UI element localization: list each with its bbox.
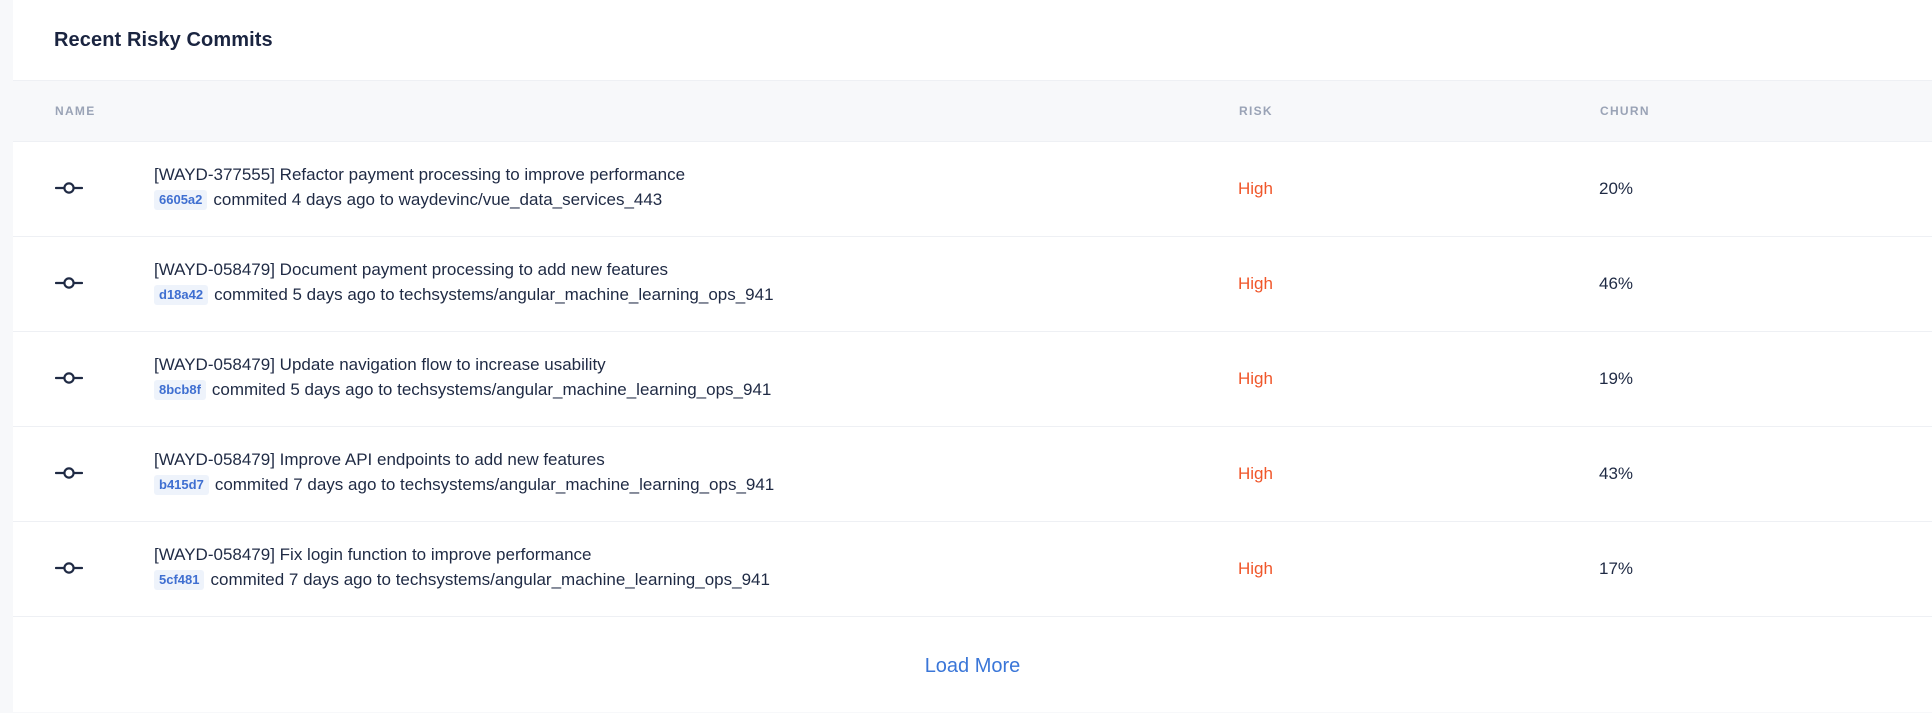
commit-sha-badge[interactable]: 8bcb8f (154, 380, 206, 400)
risk-value: High (1238, 274, 1273, 293)
commit-meta-text: commited 4 days ago to waydevinc/vue_dat… (213, 190, 663, 209)
risk-value: High (1238, 559, 1273, 578)
commit-info: [WAYD-377555] Refactor payment processin… (154, 164, 685, 211)
card-header: Recent Risky Commits (13, 0, 1932, 80)
table-row[interactable]: [WAYD-058479] Document payment processin… (13, 237, 1932, 332)
table-row[interactable]: [WAYD-058479] Fix login function to impr… (13, 522, 1932, 617)
commit-icon (55, 562, 83, 574)
churn-value: 19% (1599, 369, 1634, 388)
table-body: [WAYD-377555] Refactor payment processin… (13, 142, 1932, 617)
commit-info: [WAYD-058479] Fix login function to impr… (154, 544, 770, 591)
commit-sha-badge[interactable]: 5cf481 (154, 570, 205, 590)
card-footer: Load More (13, 617, 1932, 713)
commit-icon (55, 182, 83, 194)
table-row[interactable]: [WAYD-058479] Update navigation flow to … (13, 332, 1932, 427)
load-more-button[interactable]: Load More (925, 655, 1021, 678)
card-title: Recent Risky Commits (54, 28, 273, 51)
churn-value: 43% (1599, 464, 1634, 483)
table-header: NAME RISK CHURN (13, 80, 1932, 142)
commit-sha-badge[interactable]: 6605a2 (154, 190, 208, 210)
commit-info: [WAYD-058479] Document payment processin… (154, 259, 774, 306)
commit-info: [WAYD-058479] Update navigation flow to … (154, 354, 771, 401)
commit-icon (55, 277, 83, 289)
commit-meta: 8bcb8f commited 5 days ago to techsystem… (154, 379, 771, 401)
column-header-name[interactable]: NAME (55, 81, 96, 141)
risk-value: High (1238, 464, 1273, 483)
commit-title[interactable]: [WAYD-058479] Fix login function to impr… (154, 544, 770, 566)
commit-title[interactable]: [WAYD-058479] Improve API endpoints to a… (154, 449, 774, 471)
table-row[interactable]: [WAYD-377555] Refactor payment processin… (13, 142, 1932, 237)
risk-value: High (1238, 179, 1273, 198)
churn-value: 17% (1599, 559, 1634, 578)
commit-meta-text: commited 7 days ago to techsystems/angul… (214, 475, 775, 494)
commit-title[interactable]: [WAYD-377555] Refactor payment processin… (154, 164, 685, 186)
column-header-churn[interactable]: CHURN (1600, 81, 1650, 141)
risk-value: High (1238, 369, 1273, 388)
commit-meta: 5cf481 commited 7 days ago to techsystem… (154, 569, 770, 591)
commit-sha-badge[interactable]: d18a42 (154, 285, 209, 305)
churn-value: 20% (1599, 179, 1634, 198)
commit-meta-text: commited 5 days ago to techsystems/angul… (214, 285, 774, 304)
commit-meta: b415d7 commited 7 days ago to techsystem… (154, 474, 774, 496)
commit-meta-text: commited 7 days ago to techsystems/angul… (210, 570, 770, 589)
churn-value: 46% (1599, 274, 1634, 293)
commit-sha-badge[interactable]: b415d7 (154, 475, 209, 495)
risky-commits-card: Recent Risky Commits NAME RISK CHURN [WA… (13, 0, 1932, 712)
commit-meta: d18a42 commited 5 days ago to techsystem… (154, 284, 774, 306)
commit-title[interactable]: [WAYD-058479] Update navigation flow to … (154, 354, 771, 376)
commit-info: [WAYD-058479] Improve API endpoints to a… (154, 449, 774, 496)
commit-icon (55, 467, 83, 479)
commit-title[interactable]: [WAYD-058479] Document payment processin… (154, 259, 774, 281)
table-row[interactable]: [WAYD-058479] Improve API endpoints to a… (13, 427, 1932, 522)
column-header-risk[interactable]: RISK (1239, 81, 1273, 141)
commit-icon (55, 372, 83, 384)
commit-meta-text: commited 5 days ago to techsystems/angul… (211, 380, 772, 399)
commit-meta: 6605a2 commited 4 days ago to waydevinc/… (154, 189, 685, 211)
